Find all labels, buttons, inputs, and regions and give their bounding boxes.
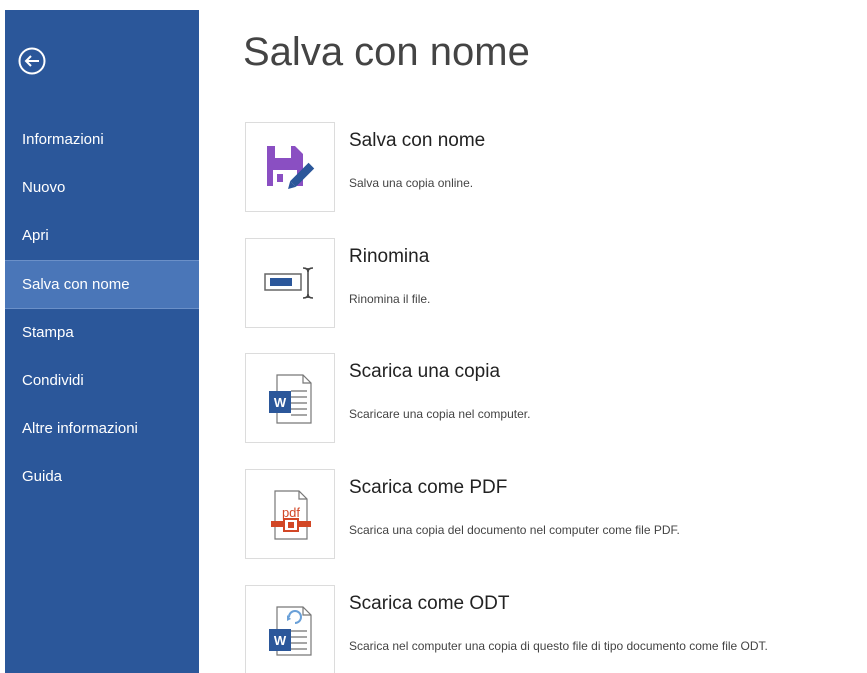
svg-text:W: W (274, 395, 287, 410)
page-title: Salva con nome (243, 30, 530, 74)
back-button[interactable] (18, 47, 46, 75)
sidebar-item-altre-informazioni[interactable]: Altre informazioni (5, 405, 199, 453)
svg-text:pdf: pdf (282, 505, 300, 520)
odt-document-icon: W (269, 606, 312, 656)
option-description: Salva una copia online. (349, 176, 474, 190)
svg-text:W: W (274, 633, 287, 648)
backstage-view: Informazioni Nuovo Apri Salva con nome S… (0, 0, 867, 673)
option-icon-box: W (245, 353, 335, 443)
back-arrow-circle-icon (18, 47, 46, 75)
sidebar-item-nuovo[interactable]: Nuovo (5, 164, 199, 212)
sidebar-item-apri[interactable]: Apri (5, 212, 199, 260)
sidebar-item-stampa[interactable]: Stampa (5, 309, 199, 357)
sidebar-item-guida[interactable]: Guida (5, 453, 199, 501)
option-description: Scarica una copia del documento nel comp… (349, 523, 680, 537)
option-description: Scarica nel computer una copia di questo… (349, 639, 768, 653)
sidebar-item-informazioni[interactable]: Informazioni (5, 116, 199, 164)
option-title: Scarica una copia (349, 361, 501, 382)
sidebar-item-condividi[interactable]: Condividi (5, 357, 199, 405)
option-title: Rinomina (349, 246, 430, 267)
option-rename[interactable]: Rinomina Rinomina il file. (245, 238, 867, 328)
option-download-pdf[interactable]: pdf Scarica come PDF Scarica una copia d… (245, 469, 867, 559)
option-save-as[interactable]: Salva con nome Salva una copia online. (245, 122, 867, 212)
sidebar-item-salva-con-nome[interactable]: Salva con nome (5, 260, 199, 309)
option-download-copy[interactable]: W Scarica una copia Scaricare una copia … (245, 353, 867, 443)
option-description: Scaricare una copia nel computer. (349, 407, 531, 421)
sidebar: Informazioni Nuovo Apri Salva con nome S… (5, 10, 199, 673)
option-icon-box (245, 122, 335, 212)
sidebar-nav: Informazioni Nuovo Apri Salva con nome S… (5, 116, 199, 501)
option-icon-box: pdf (245, 469, 335, 559)
option-description: Rinomina il file. (349, 292, 431, 306)
save-as-icon (267, 146, 315, 189)
word-document-icon: W (269, 374, 312, 424)
option-icon-box: W (245, 585, 335, 673)
option-icon-box (245, 238, 335, 328)
option-title: Salva con nome (349, 130, 486, 151)
option-title: Scarica come PDF (349, 477, 508, 498)
pdf-icon: pdf (271, 490, 311, 540)
option-download-odt[interactable]: W Scarica come ODT Scarica nel computer … (245, 585, 867, 673)
option-title: Scarica come ODT (349, 593, 510, 614)
rename-icon (264, 267, 314, 299)
main-panel: Salva con nome Salva con nome Salva una … (243, 0, 867, 673)
